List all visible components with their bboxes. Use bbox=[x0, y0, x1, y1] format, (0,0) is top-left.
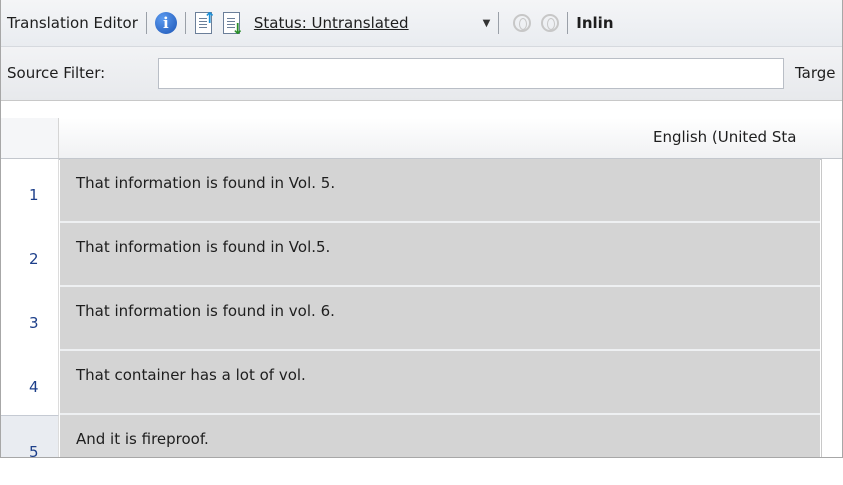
row-number: 1 bbox=[1, 159, 59, 223]
toolbar: Translation Editor i ↑ ↓ Status: Untrans… bbox=[1, 0, 842, 47]
source-cell[interactable]: That information is found in vol. 6. bbox=[60, 287, 820, 351]
source-cell[interactable]: That information is found in Vol. 5. bbox=[60, 159, 820, 223]
target-cell[interactable] bbox=[821, 415, 842, 457]
row-number: 5 bbox=[1, 415, 59, 457]
table-row[interactable]: 3 That information is found in vol. 6. bbox=[1, 287, 842, 351]
toolbar-separator bbox=[567, 12, 569, 34]
target-filter-label: Targe bbox=[795, 64, 836, 82]
toolbar-separator bbox=[184, 12, 186, 34]
target-cell[interactable] bbox=[821, 287, 842, 351]
info-icon[interactable]: i bbox=[154, 12, 177, 34]
filter-bar: Source Filter: Targe bbox=[1, 47, 842, 101]
export-document-icon[interactable]: ↑ bbox=[194, 9, 216, 35]
row-number: 3 bbox=[1, 287, 59, 351]
source-cell[interactable]: That container has a lot of vol. bbox=[60, 351, 820, 415]
editor-title: Translation Editor bbox=[7, 14, 138, 32]
row-number: 2 bbox=[1, 223, 59, 287]
toolbar-separator bbox=[145, 12, 147, 34]
inline-tags-button[interactable]: Inlin bbox=[576, 14, 613, 32]
toggle-left-icon[interactable] bbox=[513, 14, 532, 32]
source-language-column-header[interactable]: English (United Sta bbox=[653, 128, 796, 146]
source-cell[interactable]: That information is found in Vol.5. bbox=[60, 223, 820, 287]
table-row[interactable]: 2 That information is found in Vol.5. bbox=[1, 223, 842, 287]
target-cell[interactable] bbox=[821, 223, 842, 287]
table-row[interactable]: 1 That information is found in Vol. 5. bbox=[1, 159, 842, 223]
toggle-right-icon[interactable] bbox=[541, 14, 560, 32]
target-cell[interactable] bbox=[821, 159, 842, 223]
toolbar-separator bbox=[498, 12, 500, 34]
translation-editor-window: Translation Editor i ↑ ↓ Status: Untrans… bbox=[0, 0, 843, 458]
row-number: 4 bbox=[1, 351, 59, 415]
status-filter-dropdown[interactable]: Status: Untranslated bbox=[254, 14, 409, 32]
source-filter-input[interactable] bbox=[158, 58, 784, 89]
table-row[interactable]: 4 That container has a lot of vol. bbox=[1, 351, 842, 415]
source-cell[interactable]: And it is fireproof. bbox=[60, 415, 820, 457]
import-document-icon[interactable]: ↓ bbox=[222, 11, 244, 38]
dropdown-arrow-icon[interactable]: ▼ bbox=[483, 18, 491, 29]
source-filter-label: Source Filter: bbox=[7, 64, 106, 82]
row-number-header bbox=[1, 118, 59, 158]
table-row[interactable]: 5 And it is fireproof. bbox=[1, 415, 842, 457]
translation-grid: English (United Sta 1 That information i… bbox=[1, 101, 842, 457]
target-cell[interactable] bbox=[821, 351, 842, 415]
